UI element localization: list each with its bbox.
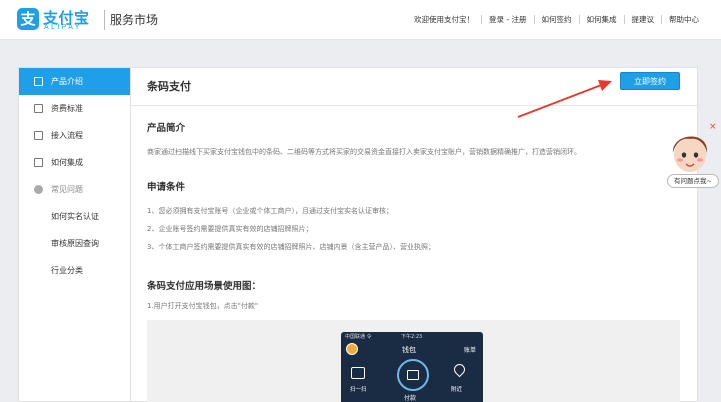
bill-label: 账单 xyxy=(463,347,476,354)
scan-icon xyxy=(351,367,365,379)
carrier-text: 中国联通 令 xyxy=(345,334,372,340)
alipay-logo[interactable]: 支 支付宝 ALIPAY 服务市场 xyxy=(17,8,167,34)
avatar xyxy=(346,343,358,355)
sidebar-subitem-label: 审核原因查询 xyxy=(51,239,99,248)
nav-suggestion[interactable]: 提建议 xyxy=(632,14,655,25)
top-nav: 欢迎使用支付宝！ 登录 - 注册 如何签约 如何集成 提建议 帮助中心 xyxy=(414,14,699,25)
clipboard-icon xyxy=(34,158,43,167)
condition-item: 1、您必须拥有支付宝账号（企业或个体工商户），且通过支付宝实名认证审核； xyxy=(147,207,393,215)
nav-help-center[interactable]: 帮助中心 xyxy=(669,14,699,25)
scan-label: 扫一扫 xyxy=(350,387,367,393)
nav-divider xyxy=(578,15,580,24)
nearby-label: 附近 xyxy=(451,387,463,393)
flow-icon xyxy=(34,131,43,140)
help-tip-button[interactable]: 有问题点我~ xyxy=(667,174,719,188)
logo-divider xyxy=(104,10,105,30)
scenario-image-area: 中国联通 令 下午2:23 钱包 账单 扫一扫 付款 附近 xyxy=(147,320,680,402)
sign-up-button[interactable]: 立即签约 xyxy=(620,72,680,90)
sidebar-item-label: 如何集成 xyxy=(51,158,83,167)
nav-how-to-sign[interactable]: 如何签约 xyxy=(542,14,572,25)
pay-label: 付款 xyxy=(404,395,417,402)
sidebar-item-product-intro[interactable]: 产品介绍 xyxy=(19,68,130,95)
sidebar-item-label: 常见问题 xyxy=(51,185,83,194)
nav-divider xyxy=(623,15,625,24)
question-icon xyxy=(34,185,43,194)
document-icon xyxy=(34,77,43,86)
nav-how-to-integrate[interactable]: 如何集成 xyxy=(587,14,617,25)
condition-item: 2、企业账号签约需要提供真实有效的店铺招牌照片； xyxy=(147,225,313,233)
pricing-icon xyxy=(34,104,43,113)
phone-screenshot: 中国联通 令 下午2:23 钱包 账单 扫一扫 付款 附近 xyxy=(341,332,483,402)
barcode-icon xyxy=(407,370,419,380)
sidebar-item-label: 产品介绍 xyxy=(51,77,83,86)
condition-item: 3、个体工商户签约需要提供真实有效的店铺招牌照片、店铺内景（含主营产品）、营业执… xyxy=(147,243,435,251)
sidebar-item-faq[interactable]: 常见问题 xyxy=(19,176,130,203)
phone-status-bar: 中国联通 令 下午2:23 xyxy=(341,332,483,341)
top-header: 支 支付宝 ALIPAY 服务市场 欢迎使用支付宝！ 登录 - 注册 如何签约 … xyxy=(0,0,721,40)
sidebar-item-label: 资费标准 xyxy=(51,104,83,113)
help-close-icon[interactable]: × xyxy=(709,122,717,132)
sidebar-item-access-flow[interactable]: 接入流程 xyxy=(19,122,130,149)
sidebar-subitem-label: 行业分类 xyxy=(51,266,83,275)
sidebar: 产品介绍 资费标准 接入流程 如何集成 常见问题 如何实名认证 审核原因查询 行… xyxy=(18,67,131,402)
scenario-step: 1.用户打开支付宝钱包，点击"付款" xyxy=(147,302,259,310)
sidebar-item-label: 接入流程 xyxy=(51,131,83,140)
sidebar-subitem-real-name[interactable]: 如何实名认证 xyxy=(19,203,130,230)
scenario-heading: 条码支付应用场景使用图： xyxy=(147,281,262,292)
logo-text-en: ALIPAY xyxy=(44,24,82,31)
location-pin-icon xyxy=(451,361,468,378)
login-register-link[interactable]: 登录 - 注册 xyxy=(489,14,526,25)
alipay-logo-icon: 支 xyxy=(17,8,39,30)
nav-divider xyxy=(481,15,483,24)
pay-circle-icon xyxy=(397,359,429,391)
help-assistant-avatar[interactable] xyxy=(667,125,713,175)
nav-divider xyxy=(533,15,535,24)
intro-heading: 产品简介 xyxy=(147,123,186,134)
conditions-heading: 申请条件 xyxy=(147,182,186,193)
welcome-text: 欢迎使用支付宝！ xyxy=(414,15,475,24)
main-content: 条码支付 立即签约 产品简介 商家通过扫描线下买家支付宝钱包中的条码、二维码等方… xyxy=(131,67,698,402)
intro-text: 商家通过扫描线下买家支付宝钱包中的条码、二维码等方式将买家的交易资金直接打入卖家… xyxy=(147,148,581,156)
sidebar-subitem-audit-reason[interactable]: 审核原因查询 xyxy=(19,230,130,257)
page-title: 条码支付 xyxy=(147,80,191,93)
sidebar-item-integration[interactable]: 如何集成 xyxy=(19,149,130,176)
sidebar-item-pricing[interactable]: 资费标准 xyxy=(19,95,130,122)
phone-time: 下午2:23 xyxy=(401,334,423,340)
site-name: 服务市场 xyxy=(110,13,159,27)
sidebar-subitem-industry[interactable]: 行业分类 xyxy=(19,257,130,284)
wallet-title: 钱包 xyxy=(402,346,416,354)
sidebar-subitem-label: 如何实名认证 xyxy=(51,212,99,221)
content-header: 条码支付 立即签约 xyxy=(131,68,698,106)
nav-divider xyxy=(661,15,662,24)
